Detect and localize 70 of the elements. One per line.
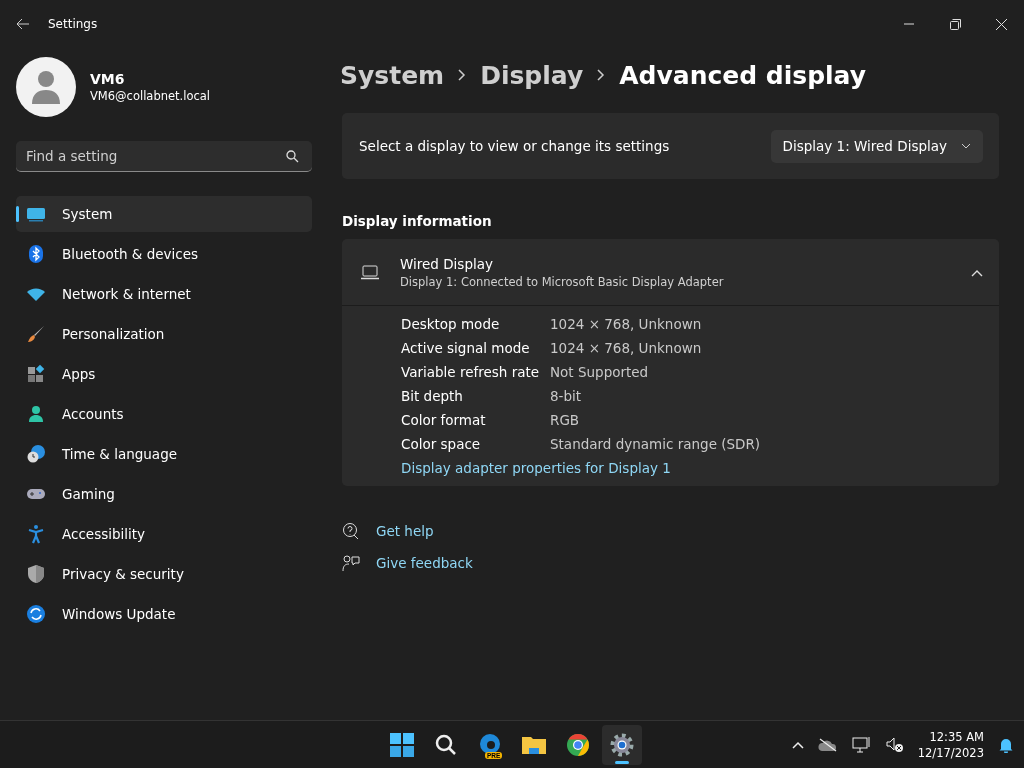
clock-date[interactable]: 12/17/2023 [917,745,984,761]
restore-icon [949,18,961,30]
search-field[interactable]: Find a setting [16,141,312,172]
settings-button[interactable] [602,725,642,765]
info-label: Variable refresh rate [401,364,541,380]
search-icon [286,150,299,163]
display-select-label: Select a display to view or change its settings [359,138,670,154]
chevron-up-icon[interactable] [791,741,804,749]
clock-time[interactable]: 12:35 AM [917,729,984,745]
nav-item[interactable]: Apps [16,356,312,392]
info-value: RGB [550,412,581,428]
person-icon [26,404,46,424]
breadcrumb-item[interactable]: System [340,60,445,90]
back-arrow-icon[interactable] [16,18,30,30]
account-email: VM6@collabnet.local [90,89,211,103]
nav-item[interactable]: Accounts [16,396,312,432]
globe-clock-icon [26,444,46,464]
info-label: Desktop mode [401,316,501,332]
account-name: VM6 [90,71,126,87]
folder-icon [521,734,547,756]
nav-item[interactable]: Time & language [16,436,312,472]
info-label: Color format [401,412,487,428]
speaker-muted-icon[interactable] [885,737,904,753]
chevron-right-icon [597,69,606,81]
bell-icon[interactable] [998,737,1014,753]
help-link[interactable]: Get help [376,523,434,539]
apps-icon [26,364,46,384]
info-label: Color space [401,436,482,452]
nav-item[interactable]: System [16,196,312,232]
nav-item[interactable]: Privacy & security [16,556,312,592]
breadcrumb-item[interactable]: Display [480,60,584,90]
help-chat-icon [342,522,360,540]
info-value: Not Supported [550,364,650,380]
gear-icon [609,732,635,758]
info-value: 8-bit [550,388,583,404]
accessibility-icon [26,524,46,544]
network-icon[interactable] [851,736,872,754]
info-label: Active signal mode [401,340,531,356]
info-label: Bit depth [401,388,464,404]
display-dropdown[interactable]: Display 1: Wired Display [770,129,983,163]
adapter-properties-link[interactable]: Display adapter properties for Display 1 [401,460,671,476]
section-title: Display information [342,213,493,229]
windows-logo-icon [390,733,414,757]
nav-item[interactable]: Gaming [16,476,312,512]
laptop-icon [360,264,380,280]
feedback-icon [342,554,360,572]
shield-icon [26,564,46,584]
nav-item[interactable]: Personalization [16,316,312,352]
nav-item[interactable]: Bluetooth & devices [16,236,312,272]
chevron-down-icon [961,143,971,149]
display-description: Display 1: Connected to Microsoft Basic Display Adapter [400,274,724,289]
chevron-right-icon [458,69,467,81]
bluetooth-icon [26,244,46,264]
display-name: Wired Display [400,255,494,272]
info-value: Standard dynamic range (SDR) [550,436,762,452]
window-title: Settings [48,17,98,31]
chrome-icon [566,733,590,757]
info-value: 1024 × 768, Unknown [550,316,703,332]
help-link[interactable]: Give feedback [376,555,473,571]
info-value: 1024 × 768, Unknown [550,340,703,356]
avatar [16,57,76,117]
search-icon [435,734,457,756]
close-icon [995,18,1007,30]
cloud-off-icon[interactable] [817,738,838,752]
nav-item[interactable]: Windows Update [16,596,312,632]
breadcrumb-item: Advanced display [619,60,866,90]
update-icon [26,604,46,624]
paintbrush-icon [26,324,46,344]
nav-item[interactable]: Network & internet [16,276,312,312]
nav-item[interactable]: Accessibility [16,516,312,552]
